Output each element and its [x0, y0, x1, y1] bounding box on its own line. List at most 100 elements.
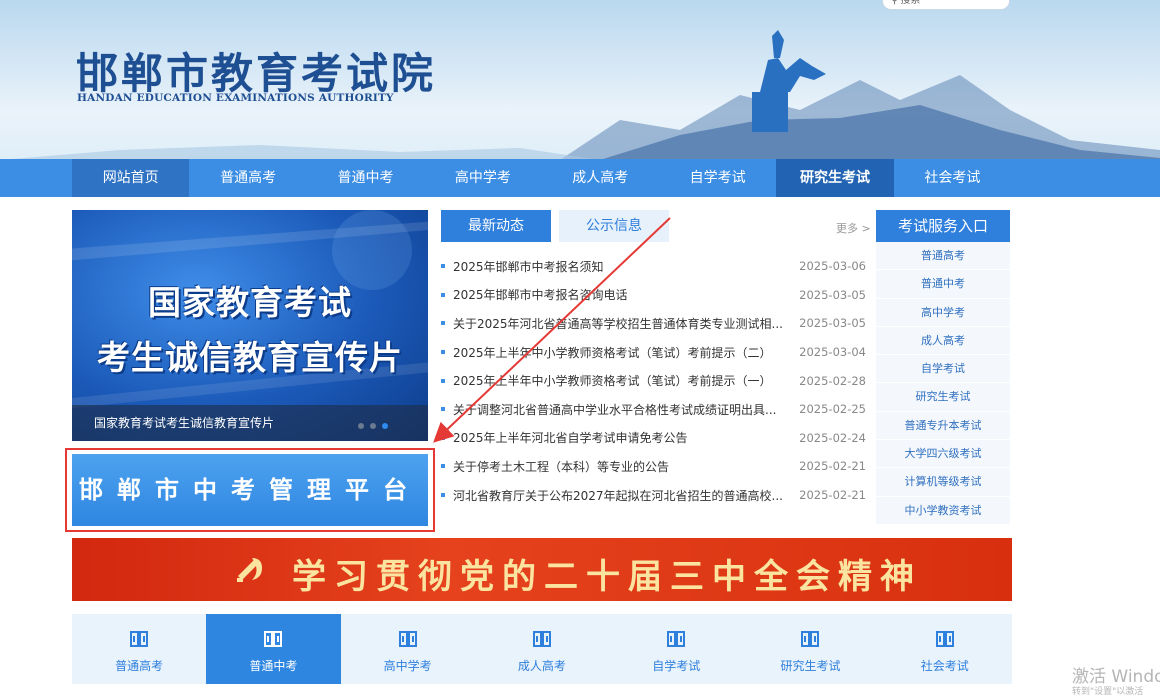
quick-link-zhongkao[interactable]: 普通中考: [206, 614, 341, 684]
bullet-icon: [441, 321, 445, 326]
service-link[interactable]: 普通中考: [876, 270, 1010, 299]
book-icon: [398, 631, 417, 647]
news-title[interactable]: 关于调整河北省普通高中学业水平合格性考试成绩证明出具...: [453, 401, 789, 418]
news-date: 2025-02-25: [799, 402, 866, 417]
news-date: 2025-02-21: [799, 459, 866, 474]
service-link[interactable]: 中小学教资考试: [876, 496, 1010, 525]
book-icon: [935, 631, 954, 647]
nav-item-yanjiusheng[interactable]: 研究生考试: [776, 159, 894, 197]
banner-headline: 国家教育考试: [148, 283, 352, 322]
quick-link-label: 自学考试: [652, 659, 701, 673]
service-link[interactable]: 高中学考: [876, 298, 1010, 327]
nav-item-xuekao[interactable]: 高中学考: [424, 159, 541, 197]
nav-item-zixue[interactable]: 自学考试: [659, 159, 776, 197]
exam-service-panel: 考试服务入口 普通高考 普通中考 高中学考 成人高考 自学考试 研究生考试 普通…: [876, 210, 1010, 525]
news-title[interactable]: 关于停考土木工程（本科）等专业的公告: [453, 458, 789, 475]
news-title[interactable]: 2025年上半年中小学教师资格考试（笔试）考前提示（二）: [453, 344, 789, 361]
list-item[interactable]: 关于调整河北省普通高中学业水平合格性考试成绩证明出具... 2025-02-25: [441, 395, 866, 424]
bullet-icon: [441, 350, 445, 355]
news-date: 2025-03-06: [799, 259, 866, 274]
service-panel-title: 考试服务入口: [876, 210, 1010, 242]
news-title[interactable]: 关于2025年河北省普通高等学校招生普通体育类专业测试相...: [453, 315, 789, 332]
main-nav: 网站首页 普通高考 普通中考 高中学考 成人高考 自学考试 研究生考试 社会考试: [0, 159, 1160, 197]
zhongkao-platform-button[interactable]: 邯郸市中考管理平台: [72, 454, 428, 526]
site-title-en: HANDAN EDUCATION EXAMINATIONS AUTHORITY: [77, 92, 394, 104]
news-date: 2025-02-21: [799, 488, 866, 503]
quick-link-label: 高中学考: [383, 659, 432, 673]
book-icon: [264, 631, 283, 647]
news-date: 2025-02-28: [799, 373, 866, 388]
bullet-icon: [441, 407, 445, 412]
quick-link-shehui[interactable]: 社会考试: [878, 614, 1012, 684]
news-title[interactable]: 2025年邯郸市中考报名须知: [453, 258, 789, 275]
service-link[interactable]: 成人高考: [876, 326, 1010, 356]
list-item[interactable]: 2025年上半年河北省自学考试申请免考公告 2025-02-24: [441, 424, 866, 453]
bullet-icon: [441, 378, 445, 383]
nav-item-home[interactable]: 网站首页: [72, 159, 190, 197]
service-link[interactable]: 普通高考: [876, 242, 1010, 271]
site-header: 邯郸市教育考试院 HANDAN EDUCATION EXAMINATIONS A…: [0, 0, 1160, 160]
news-date: 2025-03-04: [799, 345, 866, 360]
news-date: 2025-03-05: [799, 316, 866, 331]
quick-link-label: 普通中考: [249, 659, 298, 673]
news-list: 2025年邯郸市中考报名须知 2025-03-06 2025年邯郸市中考报名咨询电…: [441, 252, 866, 509]
promo-banner[interactable]: 国家教育考试 考生诚信教育宣传片 国家教育考试考生诚信教育宣传片: [72, 210, 428, 441]
bullet-icon: [441, 464, 445, 469]
news-date: 2025-03-05: [799, 287, 866, 302]
book-icon: [532, 631, 551, 647]
quick-link-chengren[interactable]: 成人高考: [475, 614, 609, 684]
list-item[interactable]: 2025年邯郸市中考报名咨询电话 2025-03-05: [441, 281, 866, 310]
news-title[interactable]: 河北省教育厅关于公布2027年起拟在河北省招生的普通高校...: [453, 487, 789, 504]
service-link[interactable]: 计算机等级考试: [876, 468, 1010, 497]
party-study-banner[interactable]: 学习贯彻党的二十届三中全会精神: [72, 538, 1012, 601]
nav-item-zhongkao[interactable]: 普通中考: [307, 159, 424, 197]
news-date: 2025-02-24: [799, 430, 866, 445]
nav-item-chengren[interactable]: 成人高考: [542, 159, 659, 197]
quick-link-xuekao[interactable]: 高中学考: [341, 614, 475, 684]
list-item[interactable]: 2025年上半年中小学教师资格考试（笔试）考前提示（一） 2025-02-28: [441, 366, 866, 395]
news-tabs: 最新动态 公示信息: [441, 210, 669, 242]
banner-subheadline: 考生诚信教育宣传片: [97, 338, 403, 377]
search-input[interactable]: ⚲ 搜索: [882, 0, 1010, 10]
search-label: 搜索: [900, 0, 921, 6]
tab-latest-news[interactable]: 最新动态: [441, 210, 551, 242]
quick-link-yanjiusheng[interactable]: 研究生考试: [743, 614, 877, 684]
nav-item-gaokao[interactable]: 普通高考: [189, 159, 306, 197]
book-icon: [667, 631, 686, 647]
list-item[interactable]: 2025年上半年中小学教师资格考试（笔试）考前提示（二） 2025-03-04: [441, 338, 866, 367]
news-title[interactable]: 2025年上半年中小学教师资格考试（笔试）考前提示（一）: [453, 372, 789, 389]
bullet-icon: [441, 493, 445, 498]
party-emblem-icon: [237, 558, 262, 582]
quick-link-gaokao[interactable]: 普通高考: [72, 614, 206, 684]
carousel-dot[interactable]: [358, 423, 364, 429]
carousel-dot[interactable]: [370, 423, 376, 429]
more-link[interactable]: 更多 >: [836, 220, 871, 236]
list-item[interactable]: 关于2025年河北省普通高等学校招生普通体育类专业测试相... 2025-03-0…: [441, 309, 866, 338]
bullet-icon: [441, 292, 445, 297]
quick-link-label: 普通高考: [115, 659, 164, 673]
bullet-icon: [441, 435, 445, 440]
list-item[interactable]: 关于停考土木工程（本科）等专业的公告 2025-02-21: [441, 452, 866, 481]
tab-public-info[interactable]: 公示信息: [559, 210, 669, 242]
quick-link-label: 成人高考: [517, 659, 566, 673]
news-title[interactable]: 2025年上半年河北省自学考试申请免考公告: [453, 429, 789, 446]
search-icon: ⚲: [891, 0, 899, 6]
nav-item-shehui[interactable]: 社会考试: [894, 159, 1011, 197]
book-icon: [801, 631, 820, 647]
service-link[interactable]: 普通专升本考试: [876, 411, 1010, 441]
bullet-icon: [441, 264, 445, 269]
carousel-dots: [358, 423, 388, 429]
service-link[interactable]: 研究生考试: [876, 383, 1010, 412]
quick-link-label: 社会考试: [920, 659, 969, 673]
quick-link-zixue[interactable]: 自学考试: [609, 614, 743, 684]
party-banner-text: 学习贯彻党的二十届三中全会精神: [292, 557, 922, 597]
service-link[interactable]: 大学四六级考试: [876, 440, 1010, 469]
list-item[interactable]: 河北省教育厅关于公布2027年起拟在河北省招生的普通高校... 2025-02-2…: [441, 481, 866, 510]
quick-links-bar: 普通高考 普通中考 高中学考 成人高考 自学考试 研究生考试 社会考试: [72, 614, 1012, 684]
carousel-dot-active[interactable]: [382, 423, 388, 429]
list-item[interactable]: 2025年邯郸市中考报名须知 2025-03-06: [441, 252, 866, 281]
book-icon: [130, 631, 149, 647]
quick-link-label: 研究生考试: [780, 659, 841, 673]
service-link[interactable]: 自学考试: [876, 355, 1010, 384]
news-title[interactable]: 2025年邯郸市中考报名咨询电话: [453, 286, 789, 303]
